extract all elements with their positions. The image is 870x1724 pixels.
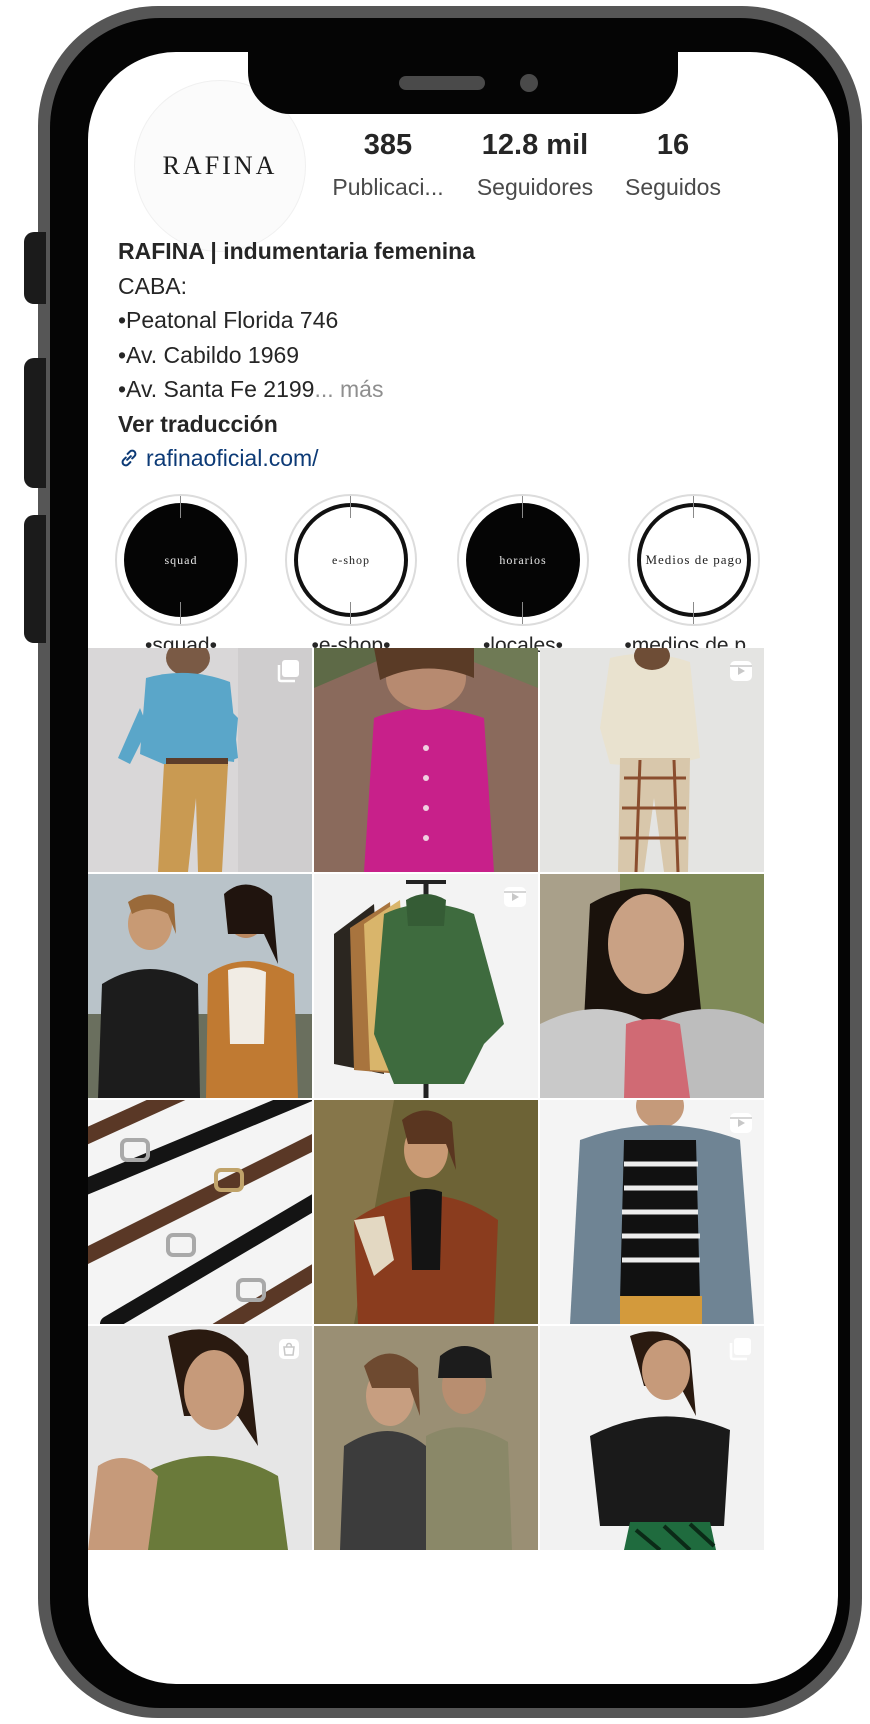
bio-line: •Av. Cabildo 1969 xyxy=(118,341,300,368)
followers-count[interactable]: 12.8 mil Seguidores xyxy=(460,128,610,202)
post-thumbnail[interactable] xyxy=(540,1100,764,1324)
highlight-cover: Medios de pago xyxy=(637,503,751,617)
following-count-value: 16 xyxy=(656,129,690,161)
speaker-grille xyxy=(399,76,485,90)
highlight-medios-de-pago[interactable]: Medios de pago •medios de p... xyxy=(609,494,779,658)
profile-bio: RAFINA | indumentaria femenina CABA: •Pe… xyxy=(118,234,798,476)
posts-count[interactable]: 385 Publicaci... xyxy=(313,128,463,202)
cover-line xyxy=(180,496,181,518)
following-count-label: Seguidos xyxy=(625,174,721,200)
more-link[interactable]: ... más xyxy=(314,376,383,402)
mute-switch xyxy=(24,232,46,304)
highlight-ring: Medios de pago xyxy=(628,494,760,626)
cover-line xyxy=(180,602,181,624)
highlight-ring: horarios xyxy=(457,494,589,626)
post-image xyxy=(314,1100,538,1324)
post-thumbnail[interactable] xyxy=(540,1326,764,1550)
post-image xyxy=(88,1100,312,1324)
post-thumbnail[interactable] xyxy=(314,648,538,872)
bio-line: •Av. Santa Fe 2199 xyxy=(118,376,315,402)
cover-line xyxy=(522,496,523,518)
avatar-logo: RAFINA xyxy=(162,151,278,180)
reel-icon xyxy=(504,887,526,907)
front-camera xyxy=(520,74,538,92)
carousel-icon xyxy=(277,660,299,683)
highlight-e-shop[interactable]: e-shop •e-shop• xyxy=(266,494,436,658)
website-url: rafinaoficial.com/ xyxy=(146,445,319,471)
profile-display-name: RAFINA | indumentaria femenina xyxy=(118,238,476,264)
highlight-locales[interactable]: horarios •locales• xyxy=(438,494,608,658)
post-thumbnail[interactable] xyxy=(314,1100,538,1324)
carousel-icon xyxy=(729,1338,751,1361)
post-thumbnail[interactable] xyxy=(88,1326,312,1550)
post-image xyxy=(88,874,312,1098)
post-image xyxy=(540,874,764,1098)
bio-line: CABA: xyxy=(118,272,188,299)
post-thumbnail[interactable] xyxy=(88,648,312,872)
cover-line xyxy=(693,496,694,518)
highlight-squad[interactable]: squad •squad• xyxy=(96,494,266,658)
see-translation-link[interactable]: Ver traducción xyxy=(118,407,798,442)
volume-down-button xyxy=(24,515,46,643)
post-image xyxy=(314,1326,538,1550)
cover-line xyxy=(350,496,351,518)
shopping-bag-icon xyxy=(279,1339,299,1359)
post-thumbnail[interactable] xyxy=(88,874,312,1098)
bio-line-last: •Av. Santa Fe 2199... más xyxy=(118,372,798,407)
website-link[interactable]: rafinaoficial.com/ xyxy=(118,441,798,476)
reel-icon xyxy=(730,661,752,681)
notch xyxy=(248,52,678,114)
cover-line xyxy=(693,602,694,624)
bio-line: •Peatonal Florida 746 xyxy=(118,307,339,333)
highlight-ring: squad xyxy=(115,494,247,626)
volume-up-button xyxy=(24,358,46,488)
post-thumbnail[interactable] xyxy=(314,874,538,1098)
post-thumbnail[interactable] xyxy=(88,1100,312,1324)
cover-line xyxy=(522,602,523,624)
followers-count-label: Seguidores xyxy=(476,174,594,200)
screen: RAFINA 385 Publicaci... 12.8 mil Seguido… xyxy=(88,52,838,1684)
highlight-cover: e-shop xyxy=(294,503,408,617)
post-thumbnail[interactable] xyxy=(540,874,764,1098)
followers-count-value: 12.8 mil xyxy=(481,129,589,161)
posts-count-label: Publicaci... xyxy=(332,174,444,200)
post-thumbnail[interactable] xyxy=(540,648,764,872)
reel-icon xyxy=(730,1113,752,1133)
highlight-ring: e-shop xyxy=(285,494,417,626)
highlight-cover: horarios xyxy=(466,503,580,617)
link-icon xyxy=(121,449,137,467)
posts-count-value: 385 xyxy=(363,129,413,161)
following-count[interactable]: 16 Seguidos xyxy=(598,128,748,202)
post-thumbnail[interactable] xyxy=(314,1326,538,1550)
post-image xyxy=(314,648,538,872)
cover-line xyxy=(350,602,351,624)
highlight-cover: squad xyxy=(124,503,238,617)
